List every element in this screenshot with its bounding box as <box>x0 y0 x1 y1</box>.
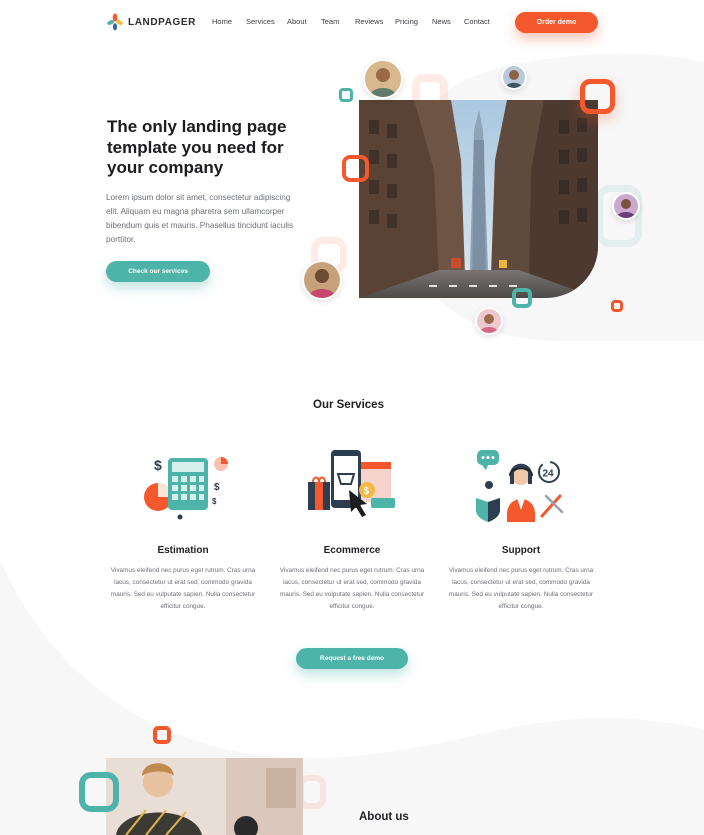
avatar-bottom <box>475 307 503 335</box>
nav-services[interactable]: Services <box>246 17 275 26</box>
avatar-small-top-right <box>501 64 527 90</box>
avatar-right <box>612 192 640 220</box>
support-agent-icon: 24 <box>476 450 564 522</box>
avatar-top <box>363 59 403 99</box>
support-24-badge: 24 <box>543 469 555 480</box>
service-card-estimation: $ $ $ Estimation Vivamus eleifend nec pu… <box>108 440 258 613</box>
check-services-button[interactable]: Check our services <box>106 261 210 282</box>
service-name-support: Support <box>501 545 541 556</box>
top-navigation: LANDPAGER Home Services About Team Revie… <box>0 0 704 46</box>
about-photo <box>106 758 303 835</box>
teal-square-decoration <box>79 772 119 812</box>
services-title: Our Services <box>313 399 384 411</box>
svg-text:$: $ <box>154 457 162 473</box>
svg-text:$: $ <box>212 497 217 506</box>
service-description-estimation: Vivamus eleifend nec purus eget rutrum. … <box>110 567 256 610</box>
avatar-left <box>302 260 342 300</box>
teal-square-decoration <box>512 288 532 308</box>
service-description-support: Vivamus eleifend nec purus eget rutrum. … <box>448 567 594 610</box>
service-name-estimation: Estimation <box>157 545 209 556</box>
hero-title: The only landing page template you need … <box>107 117 287 177</box>
nav-home[interactable]: Home <box>212 17 232 26</box>
service-description-ecommerce: Vivamus eleifend nec purus eget rutrum. … <box>279 567 425 610</box>
hero-description: Lorem ipsum dolor sit amet, consectetur … <box>106 193 294 244</box>
request-demo-button[interactable]: Request a free demo <box>296 648 408 669</box>
svg-text:$: $ <box>364 486 370 497</box>
nav-about[interactable]: About <box>287 17 307 26</box>
service-card-ecommerce: $ Ecommerce Vivamus eleifend nec purus e… <box>277 440 427 613</box>
shopping-phone-icon: $ <box>308 450 395 517</box>
nav-pricing[interactable]: Pricing <box>395 17 418 26</box>
logo-text: LANDPAGER <box>128 16 196 28</box>
service-card-support: 24 Support Vivamus eleifend nec purus eg… <box>446 440 596 613</box>
hero-city-image <box>359 100 598 298</box>
nav-contact[interactable]: Contact <box>464 17 490 26</box>
nav-reviews[interactable]: Reviews <box>355 17 383 26</box>
orange-square-decoration <box>580 79 615 114</box>
teal-square-decoration <box>339 88 353 102</box>
svg-text:$: $ <box>214 482 220 493</box>
background-shapes <box>0 53 704 835</box>
logo[interactable]: LANDPAGER <box>107 13 196 31</box>
order-demo-button[interactable]: Order demo <box>515 12 598 33</box>
about-title: About us <box>359 811 409 823</box>
service-name-ecommerce: Ecommerce <box>323 545 381 556</box>
calculator-icon: $ $ $ <box>144 457 228 520</box>
logo-icon <box>107 13 123 31</box>
orange-square-decoration <box>153 726 171 744</box>
orange-square-decoration <box>611 300 623 312</box>
orange-square-decoration <box>342 155 369 182</box>
nav-team[interactable]: Team <box>321 17 339 26</box>
nav-news[interactable]: News <box>432 17 451 26</box>
